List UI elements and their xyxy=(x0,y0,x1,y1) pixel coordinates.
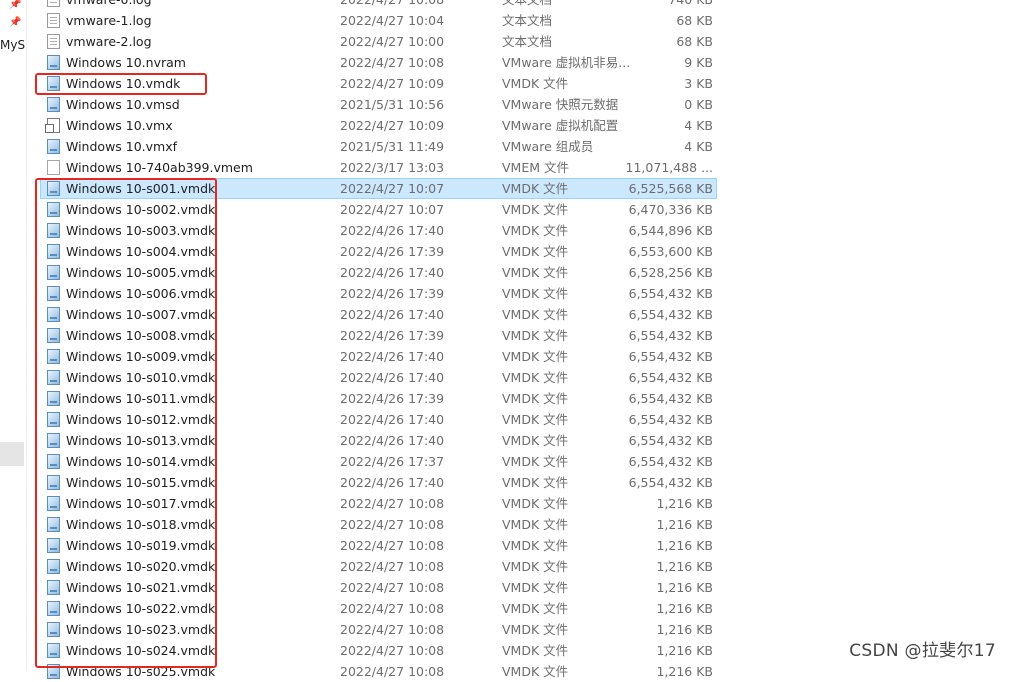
file-date-modified: 2022/4/27 10:08 xyxy=(340,559,445,574)
file-date-modified: 2022/4/27 10:08 xyxy=(340,580,445,595)
file-size: 68 KB xyxy=(676,13,713,28)
file-date-modified: 2022/4/26 17:40 xyxy=(340,307,445,322)
text-document-icon xyxy=(47,13,60,28)
file-size: 1,216 KB xyxy=(656,664,713,679)
file-name: vmware-1.log xyxy=(66,13,152,28)
file-date-modified: 2022/4/27 10:00 xyxy=(340,34,445,49)
file-size: 6,554,432 KB xyxy=(628,307,713,322)
file-date-modified: 2022/4/26 17:40 xyxy=(340,433,445,448)
file-date-modified: 2022/4/27 10:04 xyxy=(340,13,445,28)
file-date-modified: 2022/4/27 10:08 xyxy=(340,601,445,616)
file-date-modified: 2022/4/27 10:09 xyxy=(340,118,445,133)
file-size: 68 KB xyxy=(676,34,713,49)
file-date-modified: 2022/4/26 17:39 xyxy=(340,391,445,406)
file-size: 6,554,432 KB xyxy=(628,412,713,427)
file-row[interactable]: vmware-0.log2022/4/27 10:08文本文档740 KB xyxy=(40,0,720,10)
file-size: 1,216 KB xyxy=(656,538,713,553)
file-date-modified: 2022/4/27 10:08 xyxy=(340,664,445,679)
file-name: Windows 10-740ab399.vmem xyxy=(66,160,253,175)
file-size: 1,216 KB xyxy=(656,517,713,532)
file-date-modified: 2022/4/27 10:08 xyxy=(340,55,445,70)
vmware-disk-icon xyxy=(47,55,60,70)
pin-icon[interactable]: 📌 xyxy=(9,18,21,28)
file-size: 11,071,488 ... xyxy=(625,160,713,175)
file-size: 6,470,336 KB xyxy=(628,202,713,217)
navigation-pane: 📌 📌 MyS xyxy=(0,0,27,671)
file-size: 1,216 KB xyxy=(656,559,713,574)
file-date-modified: 2022/4/26 17:40 xyxy=(340,412,445,427)
vmware-disk-icon xyxy=(47,97,60,112)
file-size: 6,554,432 KB xyxy=(628,475,713,490)
file-size: 6,554,432 KB xyxy=(628,370,713,385)
file-size: 6,554,432 KB xyxy=(628,391,713,406)
file-size: 6,554,432 KB xyxy=(628,433,713,448)
file-date-modified: 2022/4/27 10:08 xyxy=(340,496,445,511)
file-size: 1,216 KB xyxy=(656,601,713,616)
file-date-modified: 2022/3/17 13:03 xyxy=(340,160,445,175)
file-row[interactable]: vmware-2.log 2022/4/27 10:00 文本文档 68 KB xyxy=(40,31,720,52)
file-date-modified: 2022/4/26 17:40 xyxy=(340,265,445,280)
file-name: Windows 10.nvram xyxy=(66,55,186,70)
file-date-modified: 2022/4/26 17:40 xyxy=(340,349,445,364)
file-row[interactable]: Windows 10.vmsd 2021/5/31 10:56 VMware 快照元… xyxy=(40,94,720,115)
file-size: 1,216 KB xyxy=(656,622,713,637)
file-size: 1,216 KB xyxy=(656,643,713,658)
file-name: Windows 10.vmxf xyxy=(66,139,178,154)
file-date-modified: 2022/4/27 10:08 xyxy=(340,643,445,658)
file-size: 6,553,600 KB xyxy=(628,244,713,259)
file-size: 740 KB xyxy=(600,0,713,10)
file-date-modified: 2022/4/26 17:40 xyxy=(340,370,445,385)
file-size: 6,554,432 KB xyxy=(628,349,713,364)
file-date-modified: 2022/4/27 10:08 xyxy=(340,0,490,10)
file-row[interactable]: Windows 10.vmxf 2021/5/31 11:49 VMware 组成员… xyxy=(40,136,720,157)
file-date-modified: 2022/4/27 10:09 xyxy=(340,76,445,91)
file-date-modified: 2021/5/31 10:56 xyxy=(340,97,445,112)
file-date-modified: 2022/4/27 10:07 xyxy=(340,181,445,196)
annotation-box-extents xyxy=(35,178,217,668)
text-document-icon xyxy=(47,0,60,7)
file-name: vmware-0.log xyxy=(66,0,336,10)
file-date-modified: 2022/4/27 10:08 xyxy=(340,622,445,637)
file-size: 0 KB xyxy=(684,97,713,112)
file-date-modified: 2021/5/31 11:49 xyxy=(340,139,445,154)
file-size: 6,544,896 KB xyxy=(628,223,713,238)
file-size: 9 KB xyxy=(684,55,713,70)
file-size: 6,554,432 KB xyxy=(628,454,713,469)
file-size: 4 KB xyxy=(684,139,713,154)
watermark: CSDN @拉斐尔17 xyxy=(849,641,996,661)
file-size: 1,216 KB xyxy=(656,496,713,511)
nav-item-selected[interactable] xyxy=(0,442,24,466)
file-row[interactable]: vmware-1.log 2022/4/27 10:04 文本文档 68 KB xyxy=(40,10,720,31)
file-date-modified: 2022/4/26 17:37 xyxy=(340,454,445,469)
file-date-modified: 2022/4/27 10:08 xyxy=(340,538,445,553)
file-date-modified: 2022/4/26 17:40 xyxy=(340,475,445,490)
file-date-modified: 2022/4/26 17:39 xyxy=(340,286,445,301)
file-name: Windows 10.vmsd xyxy=(66,97,180,112)
file-row[interactable]: Windows 10.nvram 2022/4/27 10:08 VMware 虚拟… xyxy=(40,52,720,73)
file-date-modified: 2022/4/27 10:07 xyxy=(340,202,445,217)
file-date-modified: 2022/4/26 17:40 xyxy=(340,223,445,238)
vmware-disk-icon xyxy=(47,139,60,154)
file-name: Windows 10.vmx xyxy=(66,118,173,133)
vmware-config-icon xyxy=(45,118,60,133)
file-date-modified: 2022/4/27 10:08 xyxy=(340,517,445,532)
file-row[interactable]: Windows 10-740ab399.vmem 2022/3/17 13:03 V… xyxy=(40,157,720,178)
file-name: vmware-2.log xyxy=(66,34,152,49)
file-size: 3 KB xyxy=(684,76,713,91)
text-document-icon xyxy=(47,34,60,49)
file-size: 6,525,568 KB xyxy=(628,181,713,196)
file-row[interactable]: Windows 10.vmx 2022/4/27 10:09 VMware 虚拟机配… xyxy=(40,115,720,136)
pin-icon[interactable]: 📌 xyxy=(9,0,21,10)
annotation-box-descriptor xyxy=(35,73,207,95)
file-date-modified: 2022/4/26 17:39 xyxy=(340,244,445,259)
file-size: 6,554,432 KB xyxy=(628,286,713,301)
file-size: 4 KB xyxy=(684,118,713,133)
file-size: 6,554,432 KB xyxy=(628,328,713,343)
file-size: 6,528,256 KB xyxy=(628,265,713,280)
file-date-modified: 2022/4/26 17:39 xyxy=(340,328,445,343)
file-size: 1,216 KB xyxy=(656,580,713,595)
blank-file-icon xyxy=(47,160,60,175)
nav-item-label[interactable]: MyS xyxy=(0,38,25,52)
